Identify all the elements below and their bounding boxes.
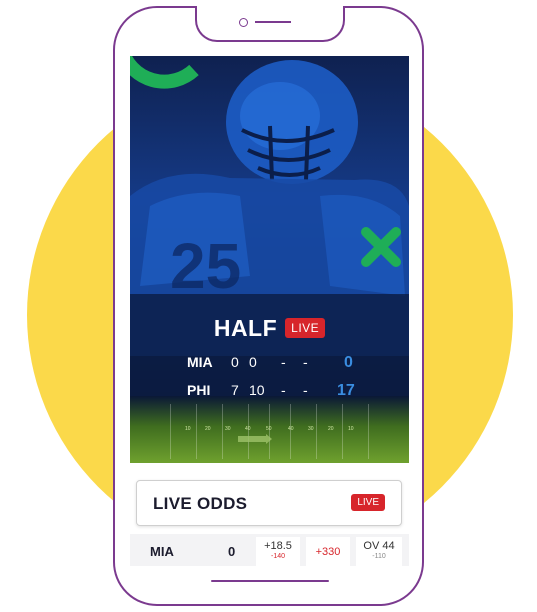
- yard-marker: 20: [328, 426, 334, 432]
- team-name: MIA: [150, 544, 174, 559]
- phone-frame: 25 10 20 30 40 50 40 30 20 10 HALF LIVE …: [113, 6, 424, 606]
- quarter-score: 7: [231, 382, 239, 398]
- live-odds-header[interactable]: LIVE ODDS LIVE: [136, 480, 402, 526]
- team-name: MIA: [187, 354, 213, 370]
- ball-marker-icon: [238, 434, 272, 444]
- moneyline-bet-button[interactable]: +330: [306, 537, 350, 566]
- total-bet-button[interactable]: OV 44 -110: [356, 537, 402, 566]
- yard-marker: 30: [225, 426, 231, 432]
- yard-marker: 20: [205, 426, 211, 432]
- jersey-number-shape: 25: [170, 230, 241, 302]
- odds-title: LIVE ODDS: [153, 494, 248, 513]
- yard-marker: 40: [245, 426, 251, 432]
- total-score: 0: [344, 354, 353, 371]
- yard-marker: 30: [308, 426, 314, 432]
- quarter-score: -: [281, 354, 286, 370]
- spread-value: +18.5: [264, 540, 292, 552]
- quarter-score: 0: [231, 354, 239, 370]
- total-odds: -110: [372, 553, 386, 560]
- live-badge: LIVE: [285, 318, 326, 338]
- yard-marker: 50: [266, 426, 272, 432]
- home-indicator[interactable]: [211, 580, 329, 582]
- quarter-score: 0: [249, 354, 257, 370]
- quarter-score: -: [303, 382, 308, 398]
- quarter-score: 10: [249, 382, 265, 398]
- live-badge: LIVE: [351, 494, 385, 511]
- speaker-icon: [255, 21, 291, 23]
- game-status: HALF LIVE: [130, 314, 409, 342]
- spread-odds: -140: [270, 553, 285, 560]
- spread-bet-button[interactable]: +18.5 -140: [256, 537, 300, 566]
- hero-banner: 25 10 20 30 40 50 40 30 20 10 HALF LIVE …: [130, 56, 409, 463]
- team-score: 0: [228, 544, 236, 559]
- app-screen: 25 10 20 30 40 50 40 30 20 10 HALF LIVE …: [130, 56, 409, 566]
- moneyline-value: +330: [315, 546, 341, 558]
- period-label: HALF: [213, 314, 278, 341]
- total-value: OV 44: [363, 540, 395, 552]
- quarter-score: -: [281, 382, 286, 398]
- camera-icon: [239, 18, 248, 27]
- yard-marker: 40: [288, 426, 294, 432]
- team-name: PHI: [187, 382, 211, 398]
- yard-marker: 10: [185, 426, 191, 432]
- total-score: 17: [337, 382, 355, 399]
- phone-notch: [195, 6, 345, 42]
- odds-row: MIA 0 +18.5 -140 +330 OV 44 -110: [130, 534, 409, 566]
- scoreboard-row: PHI 7 10 - - 17: [187, 382, 367, 402]
- football-field: 10 20 30 40 50 40 30 20 10: [130, 396, 409, 463]
- quarter-score: -: [303, 354, 308, 370]
- yard-marker: 10: [348, 426, 354, 432]
- scoreboard-row: MIA 0 0 - - 0: [187, 354, 367, 374]
- green-arc-icon: [130, 56, 199, 89]
